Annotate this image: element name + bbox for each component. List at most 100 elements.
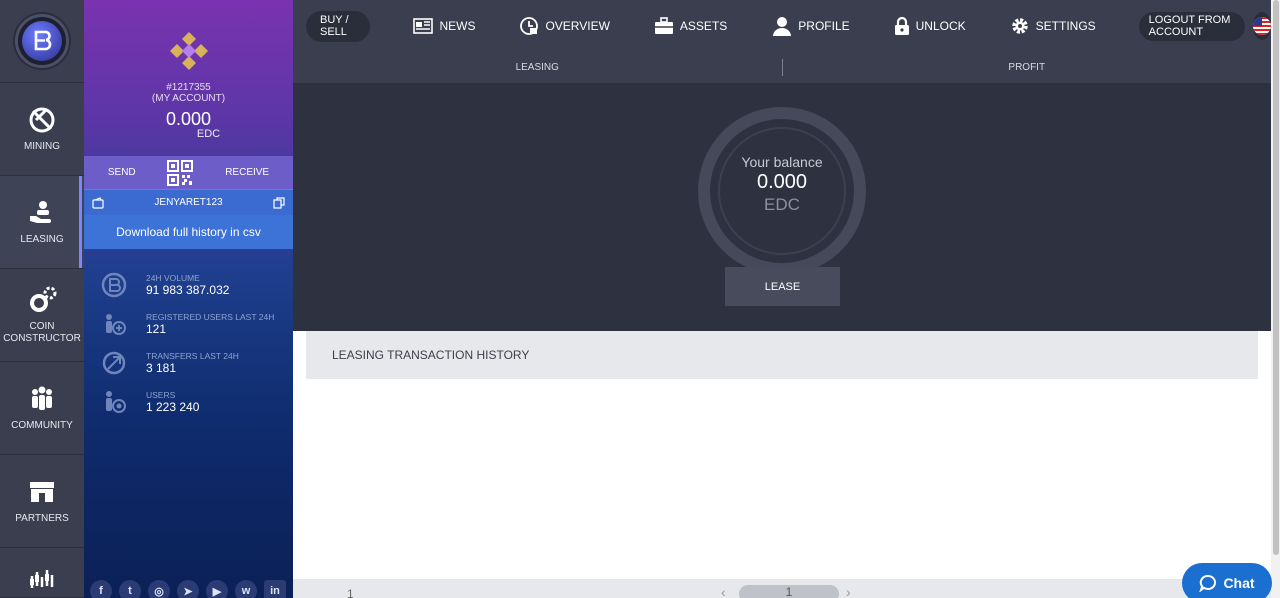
- nav-label-partners: PARTNERS: [15, 513, 69, 524]
- us-flag-icon: [1253, 17, 1271, 35]
- balance-section: Your balance 0.000 EDC LEASE: [293, 83, 1271, 331]
- balance-display: Your balance 0.000 EDC: [293, 153, 1271, 217]
- nav-settings-label: SETTINGS: [1035, 19, 1096, 33]
- social-links: f t ◎ ➤ ▶ w in: [90, 580, 286, 598]
- wallet-icon[interactable]: [92, 196, 104, 209]
- nav-assets[interactable]: ASSETS: [654, 17, 727, 35]
- nav-unlock[interactable]: UNLOCK: [894, 16, 966, 36]
- nav-profile-label: PROFILE: [798, 19, 850, 33]
- nav-profile[interactable]: PROFILE: [772, 16, 850, 36]
- top-nav: BUY / SELL NEWS OVERVIEW ASSETS PROFILE …: [293, 0, 1271, 52]
- receive-button[interactable]: RECEIVE: [225, 167, 269, 178]
- nav-item-mining[interactable]: MINING: [0, 83, 84, 176]
- nav-item-coin-constructor[interactable]: COIN CONSTRUCTOR: [0, 269, 84, 362]
- copy-icon[interactable]: [273, 196, 285, 209]
- qr-code-icon[interactable]: [167, 159, 194, 186]
- users-icon: [106, 390, 126, 413]
- send-button[interactable]: SEND: [108, 167, 136, 178]
- nav-item-partners[interactable]: PARTNERS: [0, 455, 84, 548]
- stat-value: 121: [146, 321, 167, 336]
- stat-label: USERS: [146, 389, 176, 400]
- scrollbar-thumb[interactable]: [1273, 0, 1279, 555]
- news-icon: [413, 18, 434, 34]
- stat-value: 1 223 240: [146, 399, 200, 414]
- account-avatar-icon: [169, 32, 208, 70]
- logout-button[interactable]: LOGOUT FROM ACCOUNT: [1138, 11, 1245, 41]
- account-panel: #1217355 (MY ACCOUNT) 0.000 EDC SEND REC…: [79, 0, 293, 598]
- mining-icon: [29, 107, 55, 133]
- stat-label: TRANSFERS LAST 24H: [146, 350, 239, 361]
- pagination: 1 ‹ 1 ›: [293, 579, 1271, 598]
- logo-icon: [22, 21, 62, 61]
- community-icon: [32, 386, 52, 410]
- nav-unlock-label: UNLOCK: [915, 19, 966, 33]
- history-section: LEASING TRANSACTION HISTORY 1 ‹ 1 ›: [293, 331, 1271, 598]
- youtube-icon[interactable]: ▶: [206, 580, 228, 598]
- gear-icon: [1011, 18, 1028, 34]
- stat-label: REGISTERED USERS LAST 24H: [146, 311, 275, 322]
- next-page-icon[interactable]: ›: [846, 584, 851, 598]
- current-page-button[interactable]: 1: [739, 585, 839, 598]
- nav-overview[interactable]: OVERVIEW: [519, 16, 610, 36]
- nav-assets-label: ASSETS: [679, 19, 728, 33]
- volume-icon: [101, 272, 127, 297]
- language-selector[interactable]: [1253, 12, 1271, 40]
- buy-sell-button[interactable]: BUY / SELL: [306, 10, 371, 42]
- assets-icon: [654, 17, 673, 34]
- account-currency: EDC: [196, 128, 221, 140]
- instagram-icon[interactable]: ◎: [148, 580, 170, 598]
- stat-value: 3 181: [146, 360, 177, 375]
- app-logo[interactable]: [15, 14, 69, 68]
- my-account-label: (MY ACCOUNT): [151, 93, 226, 104]
- stat-users: USERS 1 223 240: [84, 382, 293, 421]
- weibo-icon[interactable]: w: [235, 580, 257, 598]
- nav-label-mining: MINING: [23, 141, 61, 152]
- username: JENYARET123: [154, 197, 223, 208]
- stats-list: 24H VOLUME 91 983 387.032 REGISTERED USE…: [84, 249, 293, 421]
- nav-label-coin-constructor: COIN CONSTRUCTOR: [3, 321, 81, 344]
- stat-registered-users: REGISTERED USERS LAST 24H 121: [84, 304, 293, 343]
- username-row: JENYARET123: [84, 189, 293, 215]
- tab-leasing[interactable]: LEASING: [293, 62, 782, 73]
- lease-button[interactable]: LEASE: [725, 267, 840, 306]
- stat-label: 24H VOLUME: [146, 272, 200, 283]
- sub-nav: LEASING PROFIT: [293, 52, 1271, 83]
- send-receive-bar: SEND RECEIVE: [84, 156, 293, 189]
- overview-icon: [520, 17, 539, 35]
- download-history-button[interactable]: Download full history in csv: [84, 215, 293, 249]
- chat-icon: [1199, 574, 1217, 592]
- chart-icon: [30, 570, 54, 588]
- partners-icon: [30, 482, 54, 502]
- chat-button[interactable]: Chat: [1182, 563, 1272, 598]
- nav-item-exchange[interactable]: [0, 548, 84, 598]
- prev-page-icon[interactable]: ‹: [721, 584, 726, 598]
- linkedin-icon[interactable]: in: [264, 580, 286, 598]
- stat-24h-volume: 24H VOLUME 91 983 387.032: [84, 265, 293, 304]
- page-indicator: 1: [347, 587, 354, 598]
- nav-label-community: COMMUNITY: [11, 420, 73, 431]
- tab-profit[interactable]: PROFIT: [783, 62, 1272, 73]
- nav-news-label: NEWS: [439, 19, 476, 33]
- account-summary: #1217355 (MY ACCOUNT) 0.000 EDC: [84, 0, 293, 156]
- balance-value: 0.000: [756, 171, 808, 193]
- account-id: #1217355: [166, 82, 211, 93]
- stat-transfers: TRANSFERS LAST 24H 3 181: [84, 343, 293, 382]
- twitter-icon[interactable]: t: [119, 580, 141, 598]
- leasing-icon: [30, 201, 51, 223]
- nav-item-community[interactable]: COMMUNITY: [0, 362, 84, 455]
- coin-constructor-icon: [30, 286, 57, 312]
- facebook-icon[interactable]: f: [90, 580, 112, 598]
- balance-label: Your balance: [741, 154, 823, 170]
- stat-value: 91 983 387.032: [146, 282, 230, 297]
- nav-settings[interactable]: SETTINGS: [1010, 16, 1096, 36]
- nav-label-leasing: LEASING: [20, 234, 64, 245]
- top-bar: BUY / SELL NEWS OVERVIEW ASSETS PROFILE …: [293, 0, 1271, 83]
- nav-overview-label: OVERVIEW: [545, 19, 610, 33]
- lock-icon: [894, 16, 909, 35]
- chat-label: Chat: [1223, 575, 1255, 591]
- nav-news[interactable]: NEWS: [413, 18, 475, 34]
- telegram-icon[interactable]: ➤: [177, 580, 199, 598]
- nav-item-leasing[interactable]: LEASING: [0, 176, 84, 269]
- balance-currency: EDC: [764, 195, 800, 214]
- transfers-icon: [102, 351, 126, 374]
